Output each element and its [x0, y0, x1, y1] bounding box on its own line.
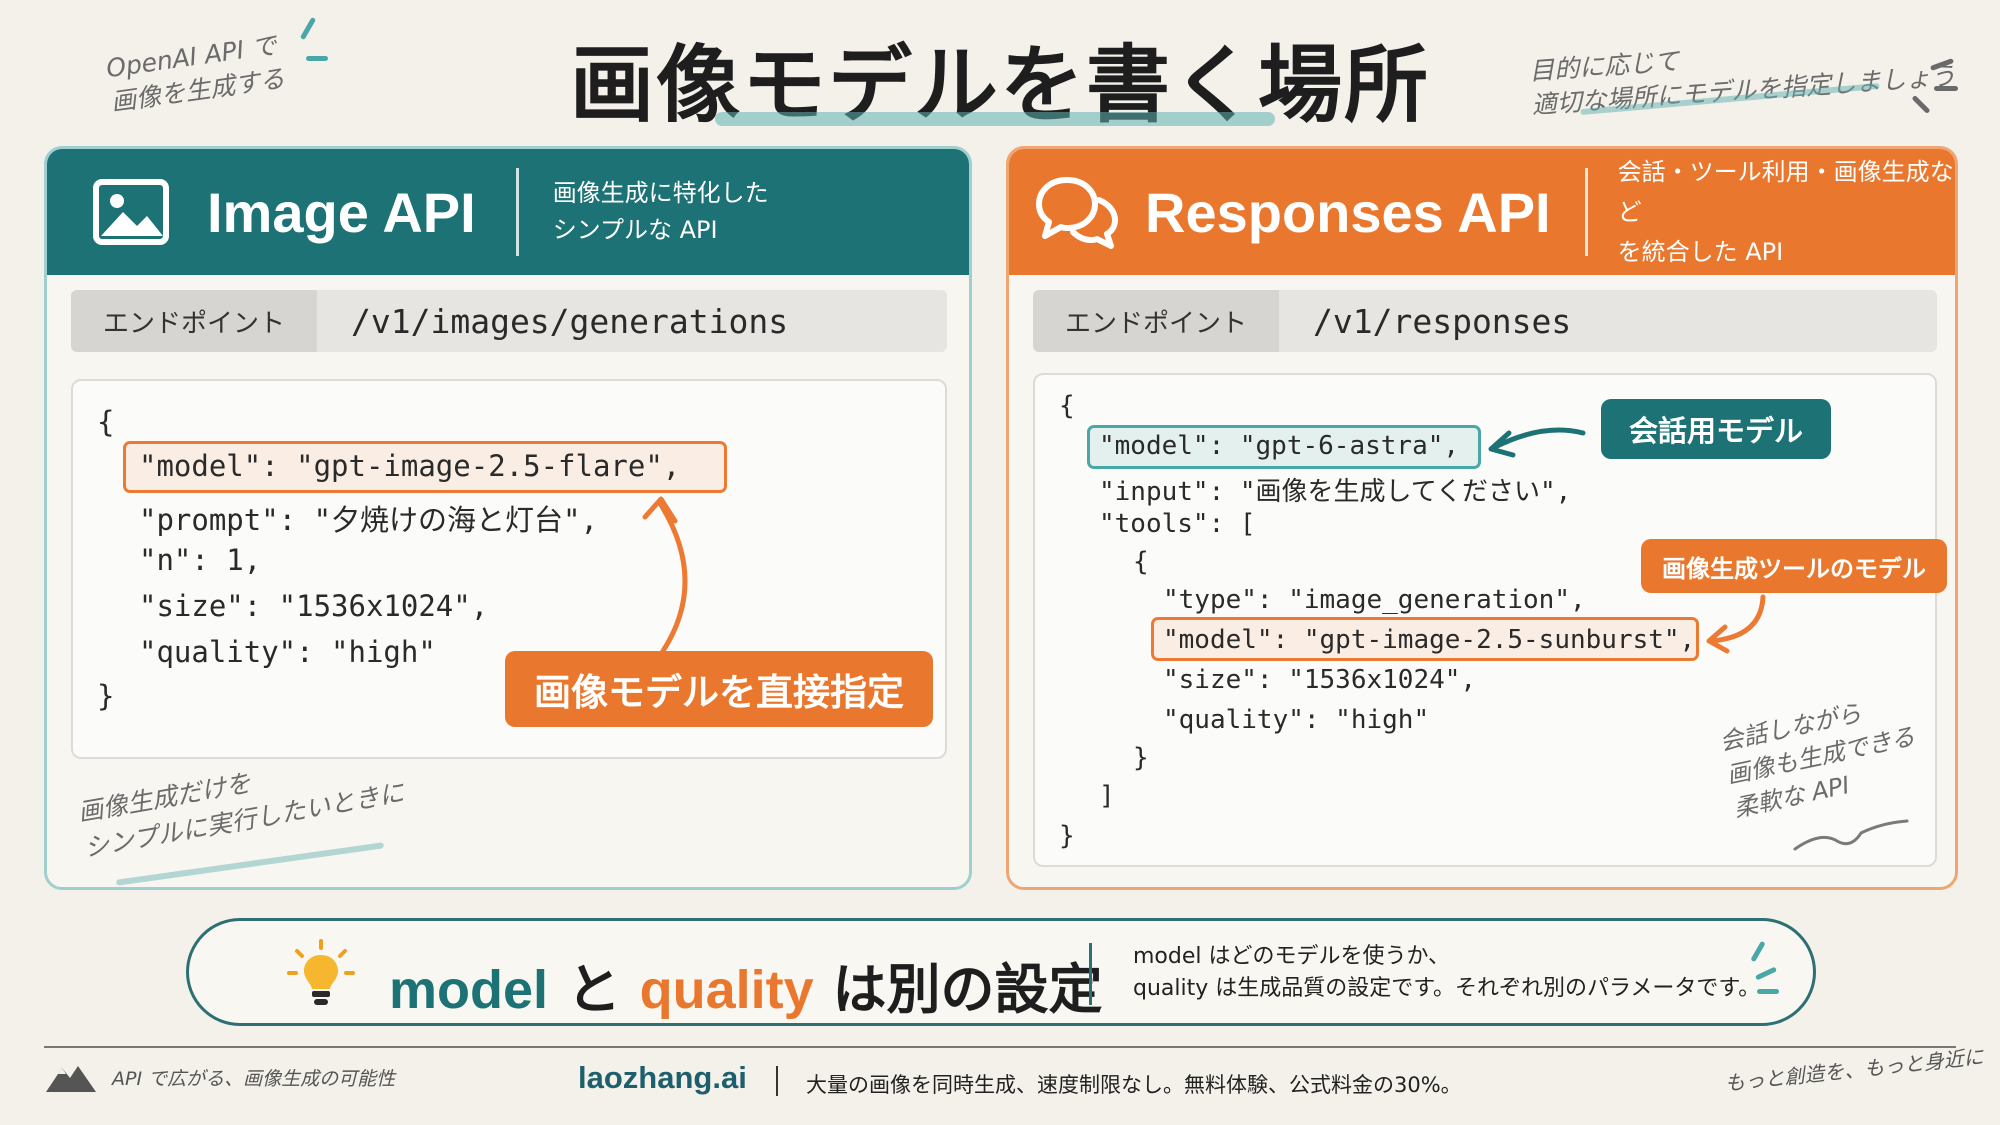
tool-model-badge: 画像生成ツールのモデル — [1641, 539, 1947, 593]
arrow-down-left-icon — [1706, 594, 1766, 654]
code-line: { — [1059, 391, 1075, 421]
desc-line: を統合した API — [1617, 238, 1784, 266]
code-line: } — [1059, 821, 1075, 851]
word-to: と — [566, 958, 621, 1021]
endpoint-label: エンドポイント — [71, 290, 317, 352]
code-line: "tools": [ — [1099, 509, 1256, 539]
code-line: ] — [1099, 781, 1115, 811]
footer-rule — [44, 1046, 1956, 1048]
summary-heading: model と quality は別の設定 — [389, 945, 1103, 1024]
image-icon — [91, 172, 171, 252]
code-line: { — [1133, 547, 1149, 577]
code-line: } — [1133, 743, 1149, 773]
summary-divider — [1089, 943, 1092, 1005]
lightbulb-icon — [285, 939, 357, 1011]
responses-api-panel: Responses API 会話・ツール利用・画像生成など を統合した API … — [1006, 146, 1958, 890]
code-line: "size": "1536x1024", — [1163, 665, 1477, 695]
responses-api-description: 会話・ツール利用・画像生成など を統合した API — [1618, 152, 1955, 272]
image-api-code-block: { "model": "gpt-image-2.5-flare", "promp… — [71, 379, 947, 759]
title-underline — [715, 112, 1275, 126]
direct-model-badge: 画像モデルを直接指定 — [505, 651, 933, 727]
desc-line: シンプルな API — [552, 216, 718, 244]
responses-api-endpoint: エンドポイント /v1/responses — [1033, 290, 1937, 352]
word-rest: は別の設定 — [832, 958, 1103, 1021]
word-quality: quality — [639, 960, 814, 1020]
image-api-title: Image API — [207, 180, 476, 244]
desc-line: quality は生成品質の設定です。それぞれ別のパラメータです。 — [1133, 976, 1761, 1001]
image-api-endpoint: エンドポイント /v1/images/generations — [71, 290, 947, 352]
accent-dash — [306, 56, 328, 61]
accent-dash — [1934, 86, 1958, 91]
word-model: model — [389, 960, 549, 1020]
code-line: "n": 1, — [139, 543, 262, 577]
desc-line: model はどのモデルを使うか、 — [1133, 944, 1451, 969]
code-line: "input": "画像を生成してください", — [1099, 477, 1572, 507]
desc-line: 会話・ツール利用・画像生成など — [1617, 158, 1954, 226]
image-api-panel: Image API 画像生成に特化した シンプルな API エンドポイント /v… — [44, 146, 972, 890]
image-api-header: Image API 画像生成に特化した シンプルな API — [47, 149, 969, 275]
responses-api-note: 会話しながら 画像も生成できる 柔軟な API — [1716, 686, 1925, 826]
desc-line: 画像生成に特化した — [552, 179, 769, 207]
image-api-description: 画像生成に特化した シンプルな API — [553, 175, 769, 249]
header-divider — [515, 168, 519, 256]
summary-bar: model と quality は別の設定 model はどのモデルを使うか、 … — [186, 918, 1816, 1026]
squiggle-decoration — [1793, 819, 1909, 851]
mountain-logo-icon — [44, 1060, 98, 1094]
endpoint-value[interactable]: /v1/images/generations — [351, 302, 788, 341]
endpoint-label: エンドポイント — [1033, 290, 1279, 352]
code-line: "quality": "high" — [1163, 705, 1430, 735]
responses-api-title: Responses API — [1145, 180, 1551, 244]
footer-tagline: API で広がる、画像生成の可能性 — [112, 1067, 396, 1090]
code-line-model: "model": "gpt-image-2.5-flare", — [139, 449, 681, 483]
footer-promo-text: 大量の画像を同時生成、速度制限なし。無料体験、公式料金の30%。 — [806, 1073, 1462, 1097]
code-line: "type": "image_generation", — [1163, 585, 1586, 615]
code-line: { — [97, 405, 115, 439]
responses-api-header: Responses API 会話・ツール利用・画像生成など を統合した API — [1009, 149, 1955, 275]
code-line-model: "model": "gpt-6-astra", — [1099, 431, 1460, 461]
responses-api-code-block: { "model": "gpt-6-astra", "input": "画像を生… — [1033, 373, 1947, 867]
code-line: "size": "1536x1024", — [139, 589, 489, 623]
code-line-tool-model: "model": "gpt-image-2.5-sunburst", — [1163, 625, 1696, 655]
endpoint-value[interactable]: /v1/responses — [1313, 302, 1571, 341]
chat-model-badge: 会話用モデル — [1601, 399, 1831, 459]
footer-left: API で広がる、画像生成の可能性 — [44, 1060, 395, 1094]
arrow-up-icon — [642, 496, 688, 654]
code-line: "quality": "high" — [139, 635, 436, 669]
accent-dash — [1757, 989, 1779, 994]
footer-brand-link[interactable]: laozhang.ai — [578, 1060, 747, 1096]
footer-separator — [776, 1066, 778, 1096]
chat-bubbles-icon — [1035, 172, 1118, 252]
header-divider — [1584, 168, 1588, 256]
arrow-left-icon — [1488, 427, 1586, 458]
summary-description: model はどのモデルを使うか、 quality は生成品質の設定です。それぞ… — [1133, 941, 1760, 1005]
footer-right-tagline: もっと創造を、もっと身近に — [1723, 1044, 1985, 1096]
code-line: } — [97, 679, 115, 713]
code-line: "prompt": "夕焼けの海と灯台", — [139, 503, 598, 537]
